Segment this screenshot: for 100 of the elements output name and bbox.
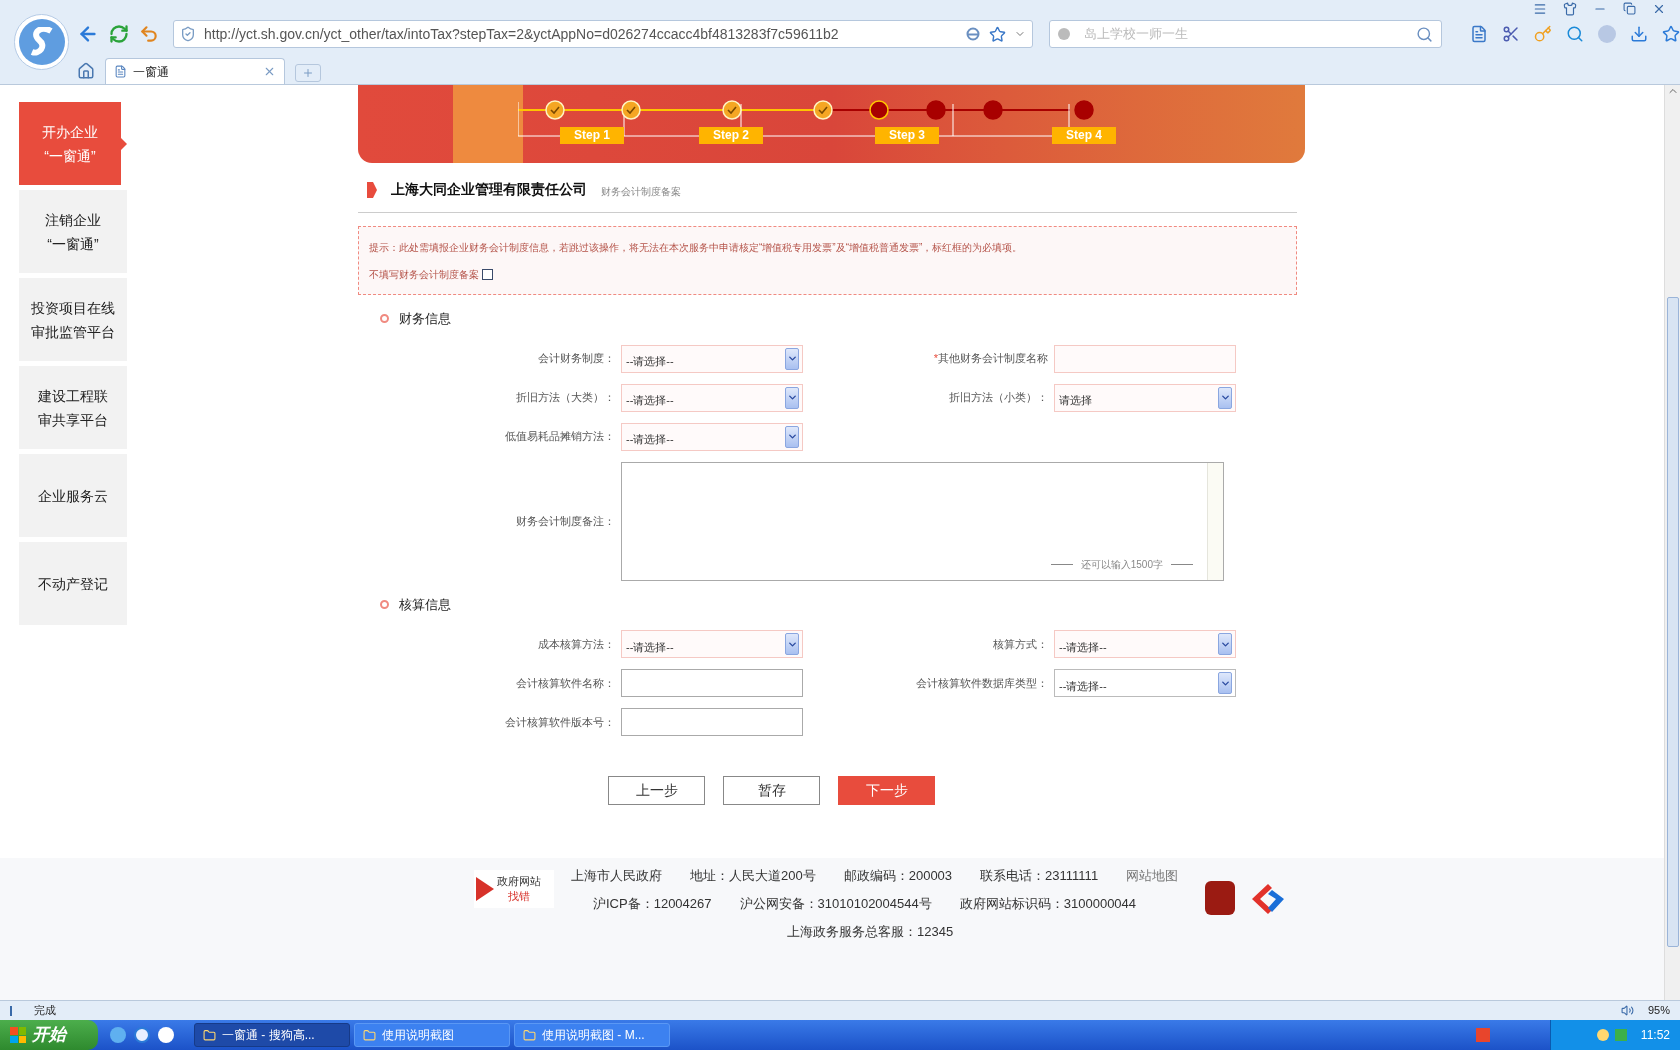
page-icon	[114, 65, 127, 78]
window-icon	[203, 1028, 216, 1042]
footer-text: 沪公网安备：31010102004544号	[739, 895, 932, 914]
field-label: 会计核算软件名称：	[516, 675, 615, 691]
footer-text: 联系电话：23111111	[980, 867, 1099, 886]
undo-icon[interactable]	[139, 24, 159, 44]
input-field[interactable]	[621, 669, 803, 697]
dropdown[interactable]: --请选择--	[1054, 669, 1236, 697]
field-label: 会计核算软件数据库类型：	[916, 675, 1048, 691]
field-label: 成本核算方法：	[538, 636, 615, 652]
form-button[interactable]: 暂存	[723, 776, 820, 805]
scissors-icon[interactable]	[1502, 25, 1520, 43]
speaker-icon[interactable]	[1620, 1004, 1634, 1017]
field-label: 会计财务制度：	[538, 351, 615, 367]
sidebar-item[interactable]: 注销企业 “一窗通”	[19, 190, 127, 273]
checkbox[interactable]	[482, 268, 493, 280]
character-counter: 还可以输入1500字	[1080, 557, 1163, 572]
shirt-icon[interactable]	[1563, 2, 1577, 16]
status-text: 完成	[34, 1003, 57, 1019]
step-label: Step 3	[875, 127, 939, 144]
taskbar-button[interactable]: 使用说明截图 - M...	[514, 1023, 670, 1047]
dropdown[interactable]: --请选择--	[621, 422, 803, 451]
footer-text: 政府网站标识码：3100000044	[959, 895, 1137, 914]
magnifier-icon[interactable]	[1566, 25, 1584, 43]
menu-icon[interactable]	[1533, 2, 1547, 16]
new-tab-button[interactable]	[295, 64, 321, 82]
key-icon[interactable]	[1534, 25, 1552, 43]
field-label: 财务会计制度备注：	[516, 513, 615, 529]
refresh-icon[interactable]	[109, 24, 129, 44]
form-button[interactable]: 上一步	[608, 776, 705, 805]
badge-subtitle: 找错	[508, 889, 530, 904]
window-icon	[523, 1028, 536, 1042]
clock: 11:52	[1640, 1027, 1670, 1044]
circle-bullet-icon	[380, 599, 389, 609]
window-icon	[363, 1028, 376, 1042]
find-error-badge[interactable]: 政府网站 找错	[474, 870, 554, 908]
step-label: Step 4	[1052, 127, 1116, 144]
dropdown[interactable]: --请选择--	[621, 383, 803, 412]
skip-label: 不填写财务会计制度备案	[369, 267, 479, 282]
dropdown[interactable]: --请选择--	[621, 344, 803, 373]
field-label: 折旧方法（小类）：	[949, 390, 1048, 406]
dropdown[interactable]: --请选择--	[1054, 630, 1236, 658]
browser-tab[interactable]: 一窗通	[105, 58, 285, 84]
form-button[interactable]: 下一步	[838, 776, 935, 805]
field-label: 会计核算软件版本号：	[505, 714, 615, 730]
device-icon[interactable]	[1470, 25, 1488, 43]
windows-logo-icon	[10, 1027, 26, 1043]
sidebar-item[interactable]: 开办企业 “一窗通”	[19, 102, 121, 185]
field-label: *其他财务会计制度名称	[933, 351, 1048, 367]
taskbar-button[interactable]: 使用说明截图	[354, 1023, 510, 1047]
url-text: http://yct.sh.gov.cn/yct_other/tax/intoTax?stepTax=2&yctAppNo=d026274ccacc4bf4813283f7c59611b2	[204, 24, 840, 44]
step-label: Step 1	[560, 127, 624, 144]
close-icon[interactable]	[1652, 2, 1666, 16]
footer-text: 邮政编码：200003	[843, 867, 953, 886]
input-field[interactable]	[1054, 344, 1236, 373]
tray-icon[interactable]	[1596, 1029, 1609, 1041]
close-icon[interactable]	[263, 65, 276, 78]
active-pointer-icon	[121, 137, 127, 150]
notice-text: 提示：此处需填报企业财务会计制度信息，若跳过该操作，将无法在本次服务中申请核定“增值税专用发票”及“增值税普通发票”，标红框的为必填项。	[369, 240, 1024, 255]
sidebar-item[interactable]: 投资项目在线 审批监管平台	[19, 278, 127, 361]
plus-icon	[302, 67, 314, 79]
dropdown[interactable]: 请选择	[1054, 383, 1236, 412]
favorites-icon[interactable]	[1662, 25, 1680, 43]
page-subtitle: 财务会计制度备案	[601, 185, 681, 199]
input-method-icon[interactable]	[1476, 1028, 1490, 1042]
title-marker-icon	[367, 182, 377, 198]
restore-icon[interactable]	[1623, 2, 1636, 15]
emblem-icon	[1205, 881, 1235, 915]
input-field[interactable]	[621, 708, 803, 736]
footer-text[interactable]: 网站地图	[1126, 866, 1179, 886]
sidebar-item[interactable]: 建设工程联 审共享平台	[19, 366, 127, 449]
sidebar-item[interactable]: 不动产登记	[19, 542, 127, 625]
step-label: Step 2	[699, 127, 763, 144]
section-title: 财务信息	[399, 310, 451, 328]
sidebar-item[interactable]: 企业服务云	[19, 454, 127, 537]
footer-text: 上海政务服务总客服：12345	[787, 923, 954, 942]
circle-bullet-icon	[380, 314, 389, 324]
tab-title: 一窗通	[133, 63, 170, 81]
section-title: 核算信息	[399, 595, 451, 614]
browser-icon[interactable]	[134, 1027, 150, 1043]
star-icon[interactable]	[989, 25, 1006, 43]
field-label: 低值易耗品摊销方法：	[505, 429, 615, 445]
taskbar-button[interactable]: 一窗通 - 搜狗高...	[194, 1023, 350, 1047]
field-label: 折旧方法（大类）：	[516, 390, 615, 406]
home-icon[interactable]	[77, 62, 95, 80]
footer-text: 沪ICP备：12004267	[593, 895, 712, 914]
textarea-field[interactable]: 还可以输入1500字	[621, 461, 1224, 581]
search-icon[interactable]	[1416, 25, 1433, 43]
company-name: 上海大同企业管理有限责任公司	[391, 180, 587, 199]
zoom-level[interactable]: 95%	[1647, 1002, 1670, 1019]
badge-title: 政府网站	[497, 874, 541, 889]
footer-text: 上海市人民政府	[571, 867, 662, 886]
field-label: 核算方式：	[993, 636, 1048, 652]
logo-icon	[1250, 882, 1286, 916]
address-bar[interactable]: http://yct.sh.gov.cn/yct_other/tax/intoTax?stepTax=2&yctAppNo=d026274ccacc4bf4813283f7c59611b2	[173, 20, 1033, 48]
scrollbar-thumb[interactable]	[1666, 297, 1679, 947]
dropdown[interactable]: --请选择--	[621, 630, 803, 658]
download-icon[interactable]	[1630, 25, 1648, 43]
browser-icon[interactable]	[158, 1027, 174, 1043]
footer-text: 地址：人民大道200号	[690, 867, 816, 886]
